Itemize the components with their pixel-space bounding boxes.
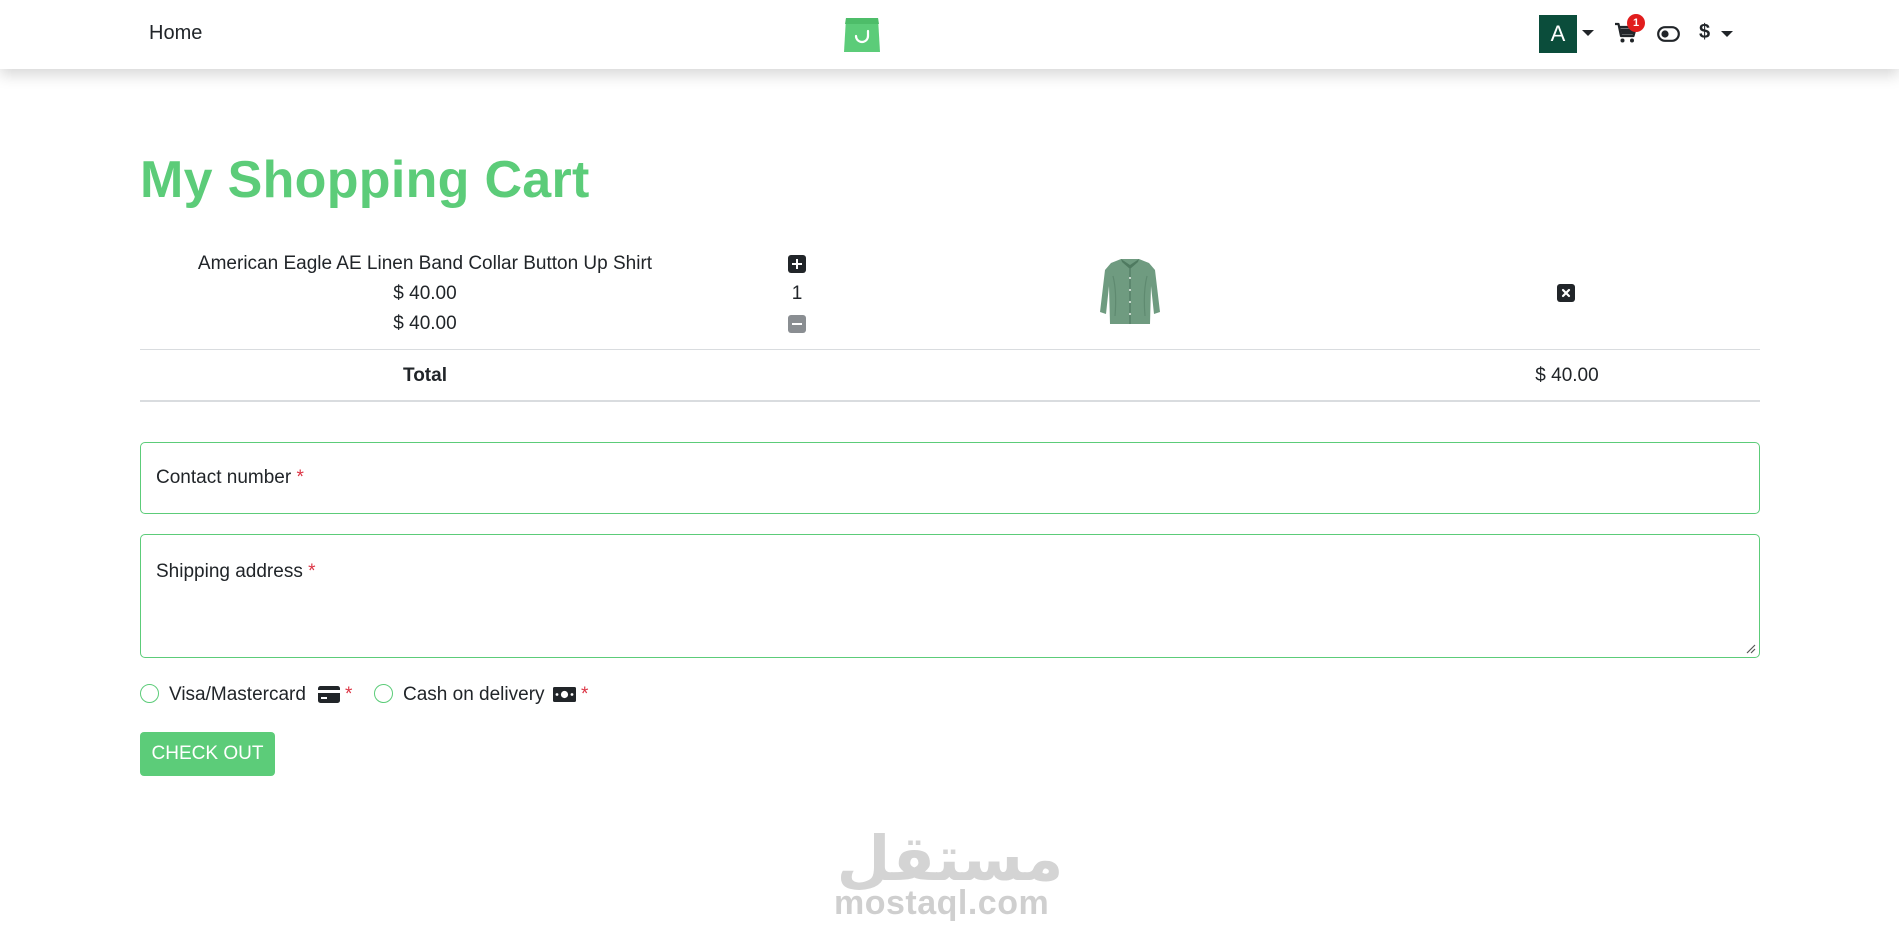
decrease-quantity-button[interactable]: [788, 315, 806, 333]
user-avatar-button[interactable]: A: [1539, 15, 1577, 53]
remove-item-button[interactable]: [1557, 284, 1575, 302]
required-mark: *: [308, 561, 316, 582]
product-name: American Eagle AE Linen Band Collar Butt…: [197, 253, 653, 274]
cart-count-badge: 1: [1627, 14, 1645, 32]
cash-on-delivery-label: Cash on delivery: [403, 684, 545, 705]
avatar-letter: A: [1550, 21, 1566, 46]
plus-icon-vertical: [795, 259, 799, 269]
money-bill-icon: [553, 687, 576, 702]
total-divider: [140, 400, 1760, 402]
navbar: Home A 1 $: [0, 0, 1899, 69]
visa-mastercard-label: Visa/Mastercard: [169, 684, 306, 705]
cart-divider: [140, 349, 1760, 350]
shirt-image: [1100, 259, 1160, 324]
shipping-address-label: Shipping address *: [156, 561, 316, 583]
required-mark: *: [296, 467, 304, 488]
cash-on-delivery-radio[interactable]: [374, 684, 393, 703]
total-value: $ 40.00: [1535, 365, 1599, 386]
currency-selector[interactable]: $: [1699, 21, 1710, 44]
nav-home-link[interactable]: Home: [149, 22, 202, 45]
contact-number-label: Contact number *: [156, 467, 304, 489]
checkout-button[interactable]: CHECK OUT: [140, 732, 275, 776]
avatar-dropdown-caret-icon[interactable]: [1582, 30, 1594, 36]
product-unit-price: $ 40.00: [393, 283, 457, 304]
product-quantity: 1: [791, 283, 803, 304]
shipping-address-label-text: Shipping address: [156, 561, 303, 582]
required-mark: *: [345, 684, 353, 705]
increase-quantity-button[interactable]: [788, 255, 806, 273]
contact-number-field[interactable]: Contact number *: [140, 442, 1760, 514]
total-label: Total: [403, 365, 447, 386]
shipping-address-field[interactable]: Shipping address *: [140, 534, 1760, 658]
currency-dropdown-caret-icon[interactable]: [1721, 31, 1733, 37]
theme-toggle-icon[interactable]: [1657, 26, 1680, 42]
watermark-text: mostaql.com: [834, 884, 1050, 922]
contact-number-label-text: Contact number: [156, 467, 292, 488]
shopping-bag-logo-icon[interactable]: [843, 14, 881, 54]
required-mark: *: [581, 684, 589, 705]
visa-mastercard-radio[interactable]: [140, 684, 159, 703]
close-icon: [1561, 288, 1571, 298]
minus-icon: [792, 322, 802, 326]
credit-card-icon: [318, 686, 340, 703]
resize-handle-icon[interactable]: [1746, 644, 1756, 654]
page-title: My Shopping Cart: [140, 151, 590, 209]
product-line-total: $ 40.00: [393, 313, 457, 334]
